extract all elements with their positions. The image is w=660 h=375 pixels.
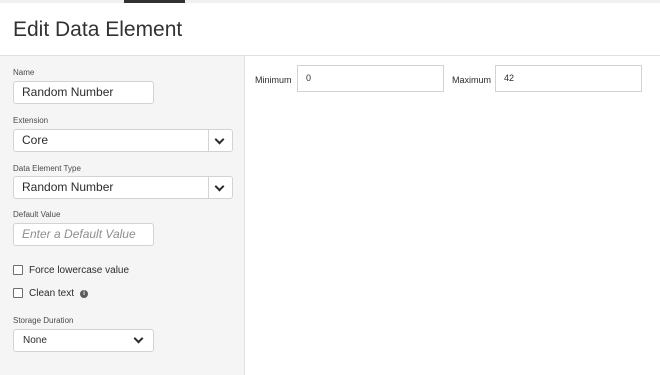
chevron-down-icon [133, 333, 144, 344]
page-title: Edit Data Element [13, 18, 183, 41]
storage-duration-value: None [23, 335, 47, 346]
extension-select-value: Core [22, 133, 49, 147]
info-icon[interactable]: i [80, 290, 89, 298]
clean-text-label-wrap: Clean text i [29, 287, 89, 300]
data-element-type-dropdown-button[interactable] [208, 177, 232, 198]
chevron-down-icon [214, 134, 225, 145]
main-panel: Minimum 0 Maximum 42 [245, 56, 660, 375]
extension-dropdown-button[interactable] [208, 130, 232, 151]
page-header: Edit Data Element [0, 3, 660, 56]
settings-sidebar: Name Random Number Extension Core Data E… [0, 56, 245, 375]
default-value-label: Default Value [13, 210, 61, 219]
clean-text-checkbox[interactable] [13, 288, 23, 298]
name-input[interactable]: Random Number [13, 81, 154, 104]
minimum-label: Minimum [255, 75, 292, 85]
storage-duration-label: Storage Duration [13, 316, 74, 325]
data-element-type-label: Data Element Type [13, 164, 81, 173]
name-label: Name [13, 68, 35, 77]
clean-text-label: Clean text [29, 288, 75, 299]
data-element-type-select[interactable]: Random Number [13, 176, 233, 199]
chevron-down-icon [214, 181, 225, 192]
extension-select[interactable]: Core [13, 129, 233, 152]
maximum-label: Maximum [452, 75, 492, 85]
data-element-type-value: Random Number [22, 180, 114, 194]
force-lowercase-checkbox[interactable] [13, 265, 23, 275]
force-lowercase-label: Force lowercase value [29, 265, 130, 276]
storage-duration-select[interactable]: None [13, 329, 154, 352]
extension-label: Extension [13, 116, 49, 125]
minimum-input[interactable]: 0 [297, 65, 444, 92]
default-value-input[interactable]: Enter a Default Value [13, 223, 154, 246]
maximum-input[interactable]: 42 [495, 65, 642, 92]
